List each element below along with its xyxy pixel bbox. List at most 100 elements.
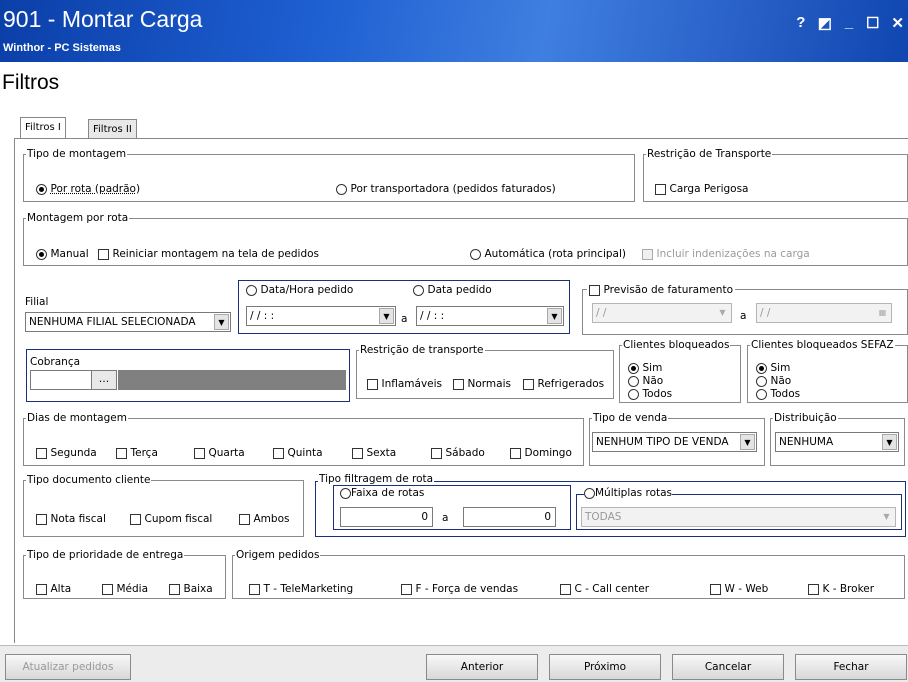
- radio-sefaz-todos[interactable]: Todos: [756, 387, 800, 400]
- cancelar-button[interactable]: Cancelar: [672, 654, 784, 680]
- radio-multiplas-rotas[interactable]: Múltiplas rotas: [584, 486, 673, 499]
- tipo-venda-legend: Tipo de venda: [593, 412, 668, 424]
- fechar-button[interactable]: Fechar: [795, 654, 907, 680]
- clientes-bloqueados-group: Clientes bloqueados Sim Não Todos: [619, 339, 741, 403]
- prioridade-group: Tipo de prioridade de entrega Alta Média…: [23, 549, 226, 599]
- close-icon[interactable]: ✕: [891, 14, 904, 32]
- previsao-fim-field[interactable]: / / ▦: [756, 303, 892, 323]
- checkbox-quinta[interactable]: Quinta: [273, 446, 323, 459]
- radio-bloq-todos[interactable]: Todos: [628, 387, 672, 400]
- cobranca-search-button[interactable]: ...: [91, 370, 117, 390]
- maximize-icon[interactable]: ☐: [866, 14, 879, 32]
- faixa-fim-input[interactable]: 0: [463, 507, 556, 527]
- radio-faixa-rotas[interactable]: Faixa de rotas: [340, 486, 425, 499]
- window-controls: ? ◩ _ ☐ ✕: [796, 14, 904, 32]
- radio-manual[interactable]: Manual: [36, 247, 89, 260]
- tipo-venda-select[interactable]: NENHUM TIPO DE VENDA ▼: [592, 432, 757, 452]
- tab-filtros-1[interactable]: Filtros I: [20, 117, 66, 139]
- chevron-down-icon: ▼: [214, 314, 229, 330]
- window-title: 901 - Montar Carga: [3, 6, 203, 32]
- checkbox-previsao[interactable]: Previsão de faturamento: [587, 283, 735, 296]
- radio-por-rota[interactable]: Por rota (padrão): [36, 182, 140, 195]
- radio-data-pedido[interactable]: Data pedido: [413, 283, 492, 296]
- distribuicao-legend: Distribuição: [774, 412, 837, 424]
- checkbox-sabado[interactable]: Sábado: [431, 446, 485, 459]
- montagem-rota-group: Montagem por rota Manual Reiniciar monta…: [23, 212, 908, 266]
- tipo-montagem-group: Tipo de montagem Por rota (padrão) Por t…: [23, 148, 635, 202]
- origem-pedidos-group: Origem pedidos T - TeleMarketing F - For…: [232, 549, 905, 599]
- checkbox-terca[interactable]: Terça: [116, 446, 158, 459]
- tipo-documento-group: Tipo documento cliente Nota fiscal Cupom…: [23, 474, 304, 537]
- origem-pedidos-legend: Origem pedidos: [236, 549, 320, 561]
- distribuicao-select[interactable]: NENHUMA ▼: [775, 432, 899, 452]
- checkbox-reiniciar[interactable]: Reiniciar montagem na tela de pedidos: [98, 247, 319, 260]
- clientes-bloqueados-legend: Clientes bloqueados: [623, 339, 730, 351]
- checkbox-carga-perigosa[interactable]: Carga Perigosa: [655, 182, 748, 195]
- help-icon[interactable]: ?: [796, 14, 806, 32]
- checkbox-media[interactable]: Média: [102, 582, 148, 595]
- data-fim-field[interactable]: / / : : ▼: [416, 306, 564, 326]
- checkbox-forca-vendas[interactable]: F - Força de vendas: [401, 582, 518, 595]
- filial-select[interactable]: NENHUMA FILIAL SELECIONADA ▼: [25, 312, 231, 332]
- anterior-button[interactable]: Anterior: [426, 654, 538, 680]
- restricao-transporte-group: Restrição de transporte Inflamáveis Norm…: [356, 344, 614, 399]
- faixa-inicio-input[interactable]: 0: [340, 507, 433, 527]
- tab-filtros-2[interactable]: Filtros II: [88, 119, 137, 139]
- previsao-inicio-field[interactable]: / / ▼: [592, 303, 732, 323]
- multiplas-rotas-select[interactable]: TODAS ▼: [581, 507, 896, 527]
- dias-montagem-legend: Dias de montagem: [27, 412, 127, 424]
- radio-automatica[interactable]: Automática (rota principal): [470, 247, 626, 260]
- checkbox-inflamaveis[interactable]: Inflamáveis: [367, 377, 442, 390]
- title-bar: 901 - Montar Carga Winthor - PC Sistemas…: [0, 0, 908, 62]
- radio-por-transportadora[interactable]: Por transportadora (pedidos faturados): [336, 182, 556, 195]
- checkbox-baixa[interactable]: Baixa: [169, 582, 213, 595]
- checkbox-normais[interactable]: Normais: [453, 377, 511, 390]
- radio-bloq-sim[interactable]: Sim: [628, 361, 662, 374]
- atualizar-pedidos-button[interactable]: Atualizar pedidos: [5, 654, 131, 680]
- chevron-down-icon: ▼: [379, 308, 394, 324]
- minimize-icon[interactable]: _: [844, 14, 854, 32]
- data-separator: a: [401, 313, 408, 325]
- restricao-transporte-legend: Restrição de transporte: [360, 344, 484, 356]
- filial-label: Filial: [25, 296, 49, 308]
- checkbox-alta[interactable]: Alta: [36, 582, 71, 595]
- clientes-bloqueados-sefaz-legend: Clientes bloqueados SEFAZ: [751, 339, 894, 351]
- dias-montagem-group: Dias de montagem Segunda Terça Quarta Qu…: [23, 412, 584, 466]
- chevron-down-icon: ▼: [547, 308, 562, 324]
- checkbox-quarta[interactable]: Quarta: [194, 446, 245, 459]
- prioridade-legend: Tipo de prioridade de entrega: [27, 549, 184, 561]
- checkbox-nota-fiscal[interactable]: Nota fiscal: [36, 512, 106, 525]
- checkbox-telemarketing[interactable]: T - TeleMarketing: [249, 582, 353, 595]
- chevron-down-icon: ▼: [882, 434, 897, 450]
- cobranca-description-field: [118, 370, 346, 390]
- checkbox-web[interactable]: W - Web: [710, 582, 768, 595]
- cobranca-code-input[interactable]: [30, 370, 92, 390]
- restore-icon[interactable]: ◩: [818, 14, 832, 32]
- restricao-transporte-top-legend: Restrição de Transporte: [647, 148, 772, 160]
- chevron-down-icon: ▼: [715, 305, 730, 321]
- radio-sefaz-nao[interactable]: Não: [756, 374, 791, 387]
- radio-bloq-nao[interactable]: Não: [628, 374, 663, 387]
- checkbox-broker[interactable]: K - Broker: [808, 582, 874, 595]
- filtragem-rota-legend: Tipo filtragem de rota: [318, 473, 435, 485]
- checkbox-cupom-fiscal[interactable]: Cupom fiscal: [130, 512, 212, 525]
- previsao-separator: a: [740, 310, 747, 322]
- checkbox-ambos[interactable]: Ambos: [239, 512, 289, 525]
- checkbox-domingo[interactable]: Domingo: [510, 446, 572, 459]
- radio-sefaz-sim[interactable]: Sim: [756, 361, 790, 374]
- checkbox-call-center[interactable]: C - Call center: [560, 582, 649, 595]
- montagem-rota-legend: Montagem por rota: [27, 212, 129, 224]
- calendar-icon: ▦: [875, 305, 890, 321]
- checkbox-segunda[interactable]: Segunda: [36, 446, 97, 459]
- radio-data-hora[interactable]: Data/Hora pedido: [246, 283, 353, 296]
- chevron-down-icon: ▼: [740, 434, 755, 450]
- checkbox-sexta[interactable]: Sexta: [352, 446, 396, 459]
- cobranca-label: Cobrança: [30, 356, 81, 368]
- checkbox-refrigerados[interactable]: Refrigerados: [523, 377, 604, 390]
- data-inicio-field[interactable]: / / : : ▼: [246, 306, 396, 326]
- proximo-button[interactable]: Próximo: [549, 654, 661, 680]
- tipo-montagem-legend: Tipo de montagem: [27, 148, 127, 160]
- checkbox-incluir-indenizacoes[interactable]: Incluir indenizações na carga: [642, 247, 810, 260]
- clientes-bloqueados-sefaz-group: Clientes bloqueados SEFAZ Sim Não Todos: [747, 339, 908, 403]
- page-title: Filtros: [2, 71, 60, 94]
